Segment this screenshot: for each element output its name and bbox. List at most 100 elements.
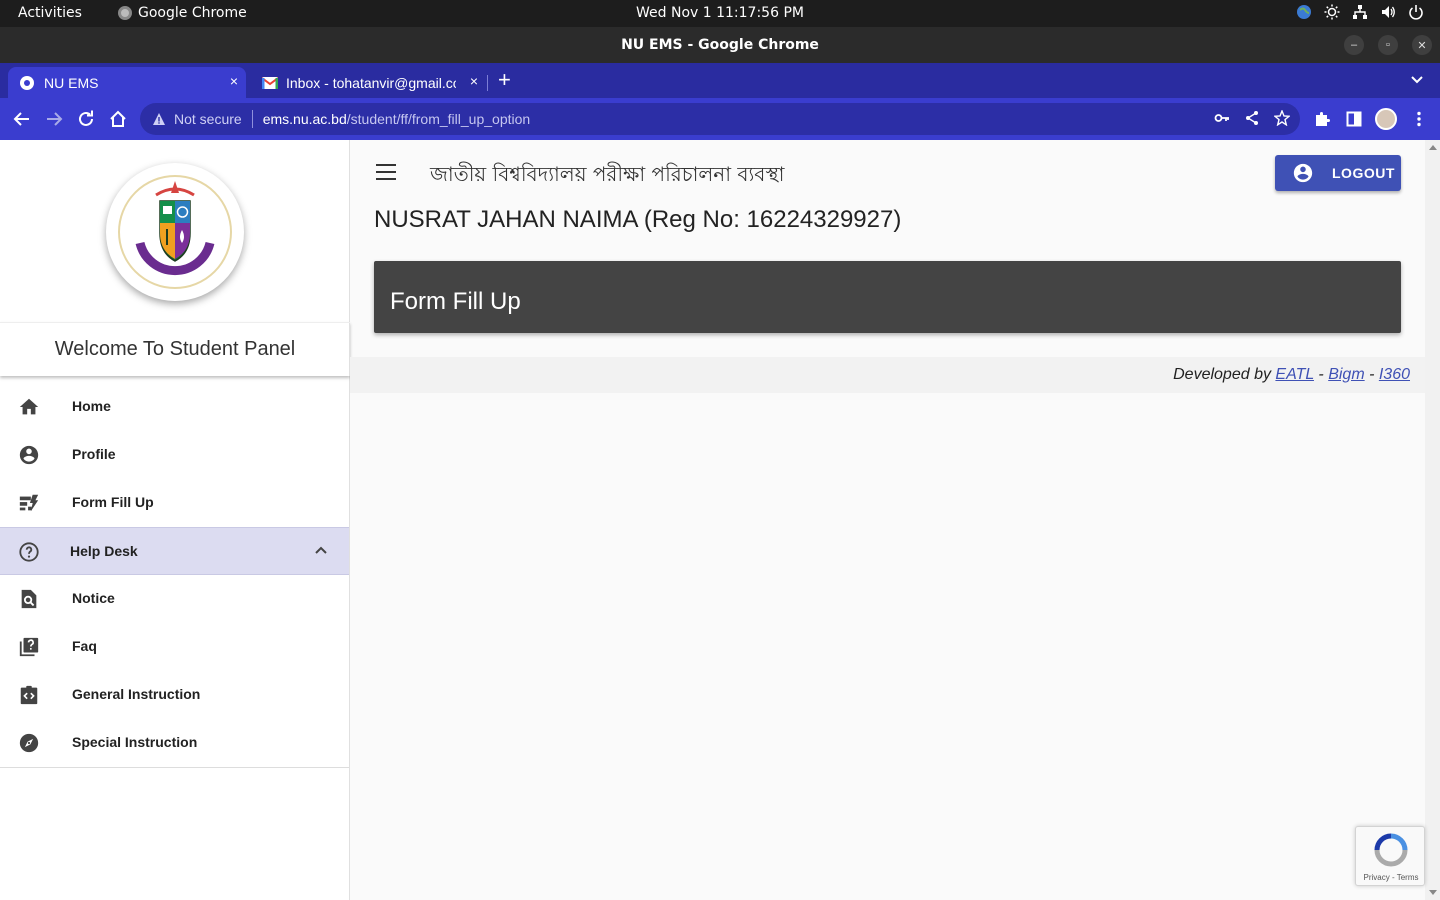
window-title-bar[interactable]: NU EMS - Google Chrome – ▫ ✕: [0, 27, 1440, 63]
chrome-menu-button[interactable]: [1408, 108, 1430, 130]
footer: Developed by EATL - Bigm - I360: [350, 357, 1425, 393]
welcome-text: Welcome To Student Panel: [54, 338, 296, 360]
home-icon: [17, 395, 41, 419]
scroll-up-icon[interactable]: [1429, 145, 1437, 150]
close-tab-icon[interactable]: ×: [470, 73, 478, 89]
sidebar-item-profile[interactable]: Profile: [0, 431, 349, 479]
url-host[interactable]: ems.nu.ac.bd: [263, 111, 347, 127]
sidebar-item-label: Special Instruction: [72, 734, 198, 750]
system-top-bar: Activities Google Chrome Wed Nov 1 11:17…: [0, 0, 1440, 27]
credits-prefix: Developed by: [1173, 366, 1276, 383]
site-title: জাতীয় বিশ্ববিদ্যালয় পরীক্ষা পরিচালনা ব…: [430, 162, 785, 186]
form-icon: [17, 491, 41, 515]
sidebar-item-label: General Instruction: [72, 686, 201, 702]
sidebar: Welcome To Student Panel Home Profile Fo…: [0, 140, 350, 900]
minimize-button[interactable]: –: [1344, 35, 1364, 55]
help-circle-icon: [17, 540, 41, 564]
home-outline-icon: [110, 110, 126, 127]
recaptcha-icon: [1374, 833, 1408, 867]
restore-button[interactable]: ▫: [1378, 35, 1398, 55]
puzzle-icon: [1316, 112, 1330, 126]
sidebar-item-label: Form Fill Up: [72, 494, 154, 510]
link-eatl[interactable]: EATL: [1275, 366, 1314, 383]
tab-inbox[interactable]: Inbox - tohatanvir@gmail.com ×: [250, 67, 486, 98]
network-icon[interactable]: [1352, 4, 1368, 20]
developer-credits: Developed by EATL - Bigm - I360: [1173, 366, 1410, 384]
sidebar-item-label: Help Desk: [70, 543, 138, 559]
university-logo: [106, 163, 244, 301]
reload-icon: [79, 110, 93, 126]
share-icon[interactable]: [1244, 110, 1260, 126]
home-button[interactable]: [105, 106, 131, 132]
tab-nu-ems[interactable]: NU EMS ×: [8, 67, 246, 98]
address-bar[interactable]: Not secure ems.nu.ac.bd/student/ff/from_…: [140, 103, 1300, 135]
url-path[interactable]: /student/ff/from_fill_up_option: [347, 111, 530, 127]
security-label[interactable]: Not secure: [174, 111, 242, 127]
brightness-icon[interactable]: [1324, 4, 1340, 20]
nu-ems-favicon-icon: [20, 75, 34, 90]
chrome-icon: [118, 6, 132, 20]
app-menu[interactable]: Google Chrome: [118, 5, 247, 21]
form-fill-up-card: Form Fill Up: [374, 261, 1401, 333]
sidebar-item-notice[interactable]: Notice: [0, 575, 349, 623]
system-tray[interactable]: [1296, 4, 1424, 20]
avatar: [1375, 108, 1397, 130]
sidebar-item-label: Home: [72, 398, 111, 414]
new-tab-button[interactable]: +: [498, 69, 511, 91]
back-button[interactable]: [9, 106, 35, 132]
window-title: NU EMS - Google Chrome: [621, 37, 819, 53]
sidebar-divider: [0, 767, 349, 768]
key-icon[interactable]: [1214, 110, 1230, 126]
warning-icon[interactable]: [152, 112, 166, 126]
credits-separator: -: [1364, 366, 1379, 383]
side-panel-button[interactable]: [1343, 108, 1365, 130]
scroll-down-icon[interactable]: [1429, 890, 1437, 895]
more-vertical-icon: [1417, 111, 1421, 127]
sidebar-item-help-desk[interactable]: Help Desk: [0, 527, 349, 575]
sidebar-item-general-instruction[interactable]: General Instruction: [0, 671, 349, 719]
back-arrow-icon: [13, 112, 29, 126]
sidebar-item-label: Profile: [72, 446, 116, 462]
chevron-up-icon[interactable]: [313, 542, 329, 558]
globe-icon[interactable]: [1296, 4, 1312, 20]
tab-label: NU EMS: [44, 74, 99, 91]
close-window-button[interactable]: ✕: [1412, 35, 1432, 55]
forward-button[interactable]: [41, 106, 67, 132]
extensions-button[interactable]: [1311, 108, 1333, 130]
tab-strip: NU EMS × Inbox - tohatanvir@gmail.com × …: [0, 63, 1440, 98]
account-circle-icon: [1293, 163, 1313, 183]
web-page: Welcome To Student Panel Home Profile Fo…: [0, 140, 1440, 900]
app-menu-label: Google Chrome: [138, 5, 247, 21]
student-name-heading: NUSRAT JAHAN NAIMA (Reg No: 16224329927): [374, 206, 902, 233]
recaptcha-links[interactable]: Privacy - Terms: [1356, 873, 1426, 882]
activities-button[interactable]: Activities: [18, 5, 82, 21]
sidebar-item-form-fill-up[interactable]: Form Fill Up: [0, 479, 349, 527]
menu-toggle-icon[interactable]: [376, 164, 396, 180]
power-icon[interactable]: [1408, 4, 1424, 20]
sidebar-item-special-instruction[interactable]: Special Instruction: [0, 719, 349, 767]
bookmark-star-icon[interactable]: [1274, 110, 1290, 126]
link-i360[interactable]: I360: [1379, 366, 1410, 383]
sidebar-item-faq[interactable]: Faq: [0, 623, 349, 671]
profile-button[interactable]: [1375, 108, 1397, 130]
sidebar-item-label: Notice: [72, 590, 115, 606]
close-tab-icon[interactable]: ×: [230, 73, 238, 89]
logout-button[interactable]: LOGOUT: [1275, 155, 1401, 191]
gmail-icon: [262, 76, 278, 89]
link-bigm[interactable]: Bigm: [1328, 366, 1364, 383]
browser-toolbar: Not secure ems.nu.ac.bd/student/ff/from_…: [0, 98, 1440, 140]
university-seal-icon: [118, 175, 232, 289]
reload-button[interactable]: [73, 106, 99, 132]
volume-icon[interactable]: [1380, 4, 1396, 20]
tab-search-chevron-icon[interactable]: [1410, 72, 1424, 86]
clock[interactable]: Wed Nov 1 11:17:56 PM: [636, 5, 804, 21]
account-circle-icon: [17, 443, 41, 467]
page-scrollbar[interactable]: [1425, 140, 1440, 900]
forward-arrow-icon: [47, 112, 63, 126]
sidebar-item-home[interactable]: Home: [0, 383, 349, 431]
find-in-page-icon: [17, 587, 41, 611]
recaptcha-badge[interactable]: Privacy - Terms: [1355, 826, 1425, 886]
tab-separator: [487, 75, 488, 91]
side-panel-icon: [1346, 111, 1362, 127]
compass-icon: [17, 731, 41, 755]
